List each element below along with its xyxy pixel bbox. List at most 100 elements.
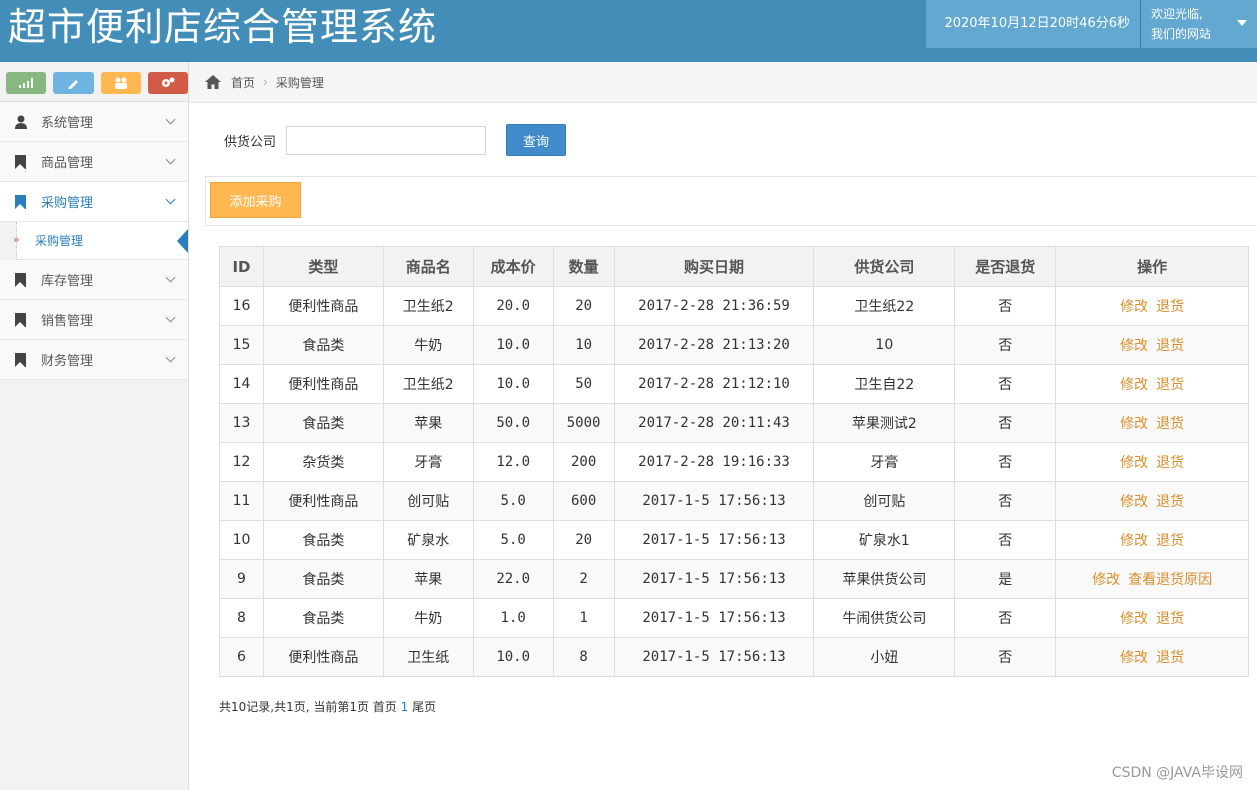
sidebar-subitem-label: 采购管理	[35, 234, 84, 248]
cell-name: 卫生纸2	[382, 286, 474, 326]
table-row: 6 便利性商品 卫生纸 10.0 8 2017-1-5 17:56:13 小妞否修改 退货	[219, 637, 1249, 677]
table-row: 16 便利性商品 卫生纸2 20.0 20 2017-2-28 21:36:59 卫生纸22…	[219, 286, 1249, 326]
return-link[interactable]: 退货	[1156, 611, 1184, 627]
sidebar-subitem-purchase[interactable]: » 采购管理	[13, 222, 188, 260]
cell-qty: 600	[552, 481, 615, 521]
cell-name: 卫生纸	[382, 637, 474, 677]
cell-date: 2017-1-5 17:56:13	[613, 559, 815, 599]
add-purchase-button[interactable]: 添加采购	[210, 182, 301, 218]
cell-qty: 20	[552, 286, 615, 326]
return-link[interactable]: 退货	[1156, 416, 1184, 432]
chevron-down-icon	[165, 312, 176, 323]
column-header: 是否退货	[954, 246, 1057, 287]
sidebar-item-label: 商品管理	[41, 156, 94, 171]
supplier-label: 供货公司	[224, 134, 277, 150]
column-header: ID	[219, 246, 264, 287]
sidebar-item-inventory[interactable]: 库存管理	[0, 260, 188, 300]
shortcut-users-button[interactable]	[100, 72, 141, 94]
edit-link[interactable]: 修改	[1120, 611, 1148, 627]
page-link-current[interactable]: 1	[401, 700, 409, 714]
table-header-row: ID 类型 商品名 成本价 数量 购买日期 供货公司 是否退货 操作	[219, 246, 1249, 287]
edit-link[interactable]: 修改	[1120, 494, 1148, 510]
sidebar-item-sales[interactable]: 销售管理	[0, 300, 188, 340]
cell-id: 16	[219, 286, 264, 326]
cell-name: 苹果	[382, 559, 474, 599]
edit-link[interactable]: 修改	[1120, 377, 1148, 393]
return-link[interactable]: 退货	[1156, 377, 1184, 393]
column-header: 供货公司	[813, 246, 956, 287]
cell-type: 食品类	[262, 559, 384, 599]
breadcrumb-home-link[interactable]: 首页	[231, 74, 255, 91]
column-header: 商品名	[382, 246, 474, 287]
return-link[interactable]: 退货	[1156, 299, 1184, 315]
sidebar-item-label: 采购管理	[41, 196, 94, 211]
watermark: CSDN @JAVA毕设网	[1111, 765, 1243, 781]
cell-supplier: 小妞	[813, 637, 956, 677]
pagination: 共10记录,共1页, 当前第1页 首页 1 尾页	[219, 698, 436, 715]
double-angle-right-icon: »	[13, 233, 20, 246]
cell-type: 便利性商品	[262, 364, 384, 404]
return-link[interactable]: 退货	[1156, 650, 1184, 666]
return-link[interactable]: 退货	[1156, 494, 1184, 510]
shortcut-chart-button[interactable]	[6, 72, 47, 94]
cell-cost: 5.0	[472, 481, 554, 521]
cell-returned: 否	[954, 637, 1057, 677]
shortcut-edit-button[interactable]	[53, 72, 94, 94]
caret-down-icon	[1237, 20, 1247, 26]
chevron-down-icon	[165, 114, 176, 125]
cogs-icon	[161, 77, 175, 87]
cell-cost: 10.0	[472, 325, 554, 365]
cell-returned: 否	[954, 598, 1057, 638]
edit-link[interactable]: 修改	[1120, 650, 1148, 666]
user-menu[interactable]: 欢迎光临, 我们的网站	[1141, 0, 1257, 48]
cell-name: 卫生纸2	[382, 364, 474, 404]
cell-qty: 8	[552, 637, 615, 677]
search-form: 供货公司 查询	[224, 124, 567, 156]
cell-date: 2017-1-5 17:56:13	[613, 520, 815, 560]
column-header: 成本价	[472, 246, 554, 287]
cell-supplier: 创可贴	[813, 481, 956, 521]
cell-id: 10	[219, 520, 264, 560]
return-link[interactable]: 退货	[1156, 533, 1184, 549]
cell-id: 13	[219, 403, 264, 443]
search-button[interactable]: 查询	[506, 124, 567, 156]
cell-qty: 10	[552, 325, 615, 365]
return-link[interactable]: 退货	[1156, 455, 1184, 471]
cell-returned: 否	[954, 442, 1057, 482]
cell-cost: 20.0	[472, 286, 554, 326]
sidebar-item-finance[interactable]: 财务管理	[0, 340, 188, 380]
home-icon	[205, 75, 221, 89]
last-page-link[interactable]: 尾页	[412, 700, 436, 714]
cell-type: 食品类	[262, 598, 384, 638]
edit-link[interactable]: 修改	[1120, 338, 1148, 354]
sidebar-item-label: 系统管理	[41, 116, 94, 131]
sidebar-item-purchase[interactable]: 采购管理	[0, 182, 188, 222]
table-row: 14 便利性商品 卫生纸2 10.0 50 2017-2-28 21:12:10 卫生自22…	[219, 364, 1249, 404]
edit-link[interactable]: 修改	[1120, 533, 1148, 549]
sidebar-item-system[interactable]: 系统管理	[0, 102, 188, 142]
cell-date: 2017-1-5 17:56:13	[613, 598, 815, 638]
edit-link[interactable]: 修改	[1092, 572, 1120, 588]
chevron-down-icon	[165, 154, 176, 165]
cell-supplier: 卫生纸22	[813, 286, 956, 326]
purchase-table: ID 类型 商品名 成本价 数量 购买日期 供货公司 是否退货 操作 16 便利性…	[219, 246, 1249, 677]
supplier-input[interactable]	[286, 125, 487, 155]
edit-link[interactable]: 修改	[1120, 299, 1148, 315]
sidebar-item-goods[interactable]: 商品管理	[0, 142, 188, 182]
shortcut-settings-button[interactable]	[147, 72, 188, 94]
cell-actions: 修改 退货	[1055, 637, 1249, 677]
edit-link[interactable]: 修改	[1120, 455, 1148, 471]
sidebar-item-label: 销售管理	[41, 314, 94, 329]
cell-name: 矿泉水	[382, 520, 474, 560]
cell-actions: 修改 退货	[1055, 403, 1249, 443]
return-link[interactable]: 退货	[1156, 338, 1184, 354]
view-return-reason-link[interactable]: 查看退货原因	[1128, 572, 1212, 588]
edit-link[interactable]: 修改	[1120, 416, 1148, 432]
table-row: 15 食品类 牛奶 10.0 10 2017-2-28 21:13:20 10 否修改 退货	[219, 325, 1249, 365]
cell-supplier: 10	[813, 325, 956, 365]
cell-actions: 修改 退货	[1055, 598, 1249, 638]
chevron-down-icon	[165, 272, 176, 283]
top-header: 超市便利店综合管理系统 2020年10月12日20时46分6秒 欢迎光临, 我们…	[0, 0, 1257, 62]
table-row: 12 杂货类 牙膏 12.0 200 2017-2-28 19:16:33 牙膏否修改 退货	[219, 442, 1249, 482]
cell-name: 牛奶	[382, 598, 474, 638]
